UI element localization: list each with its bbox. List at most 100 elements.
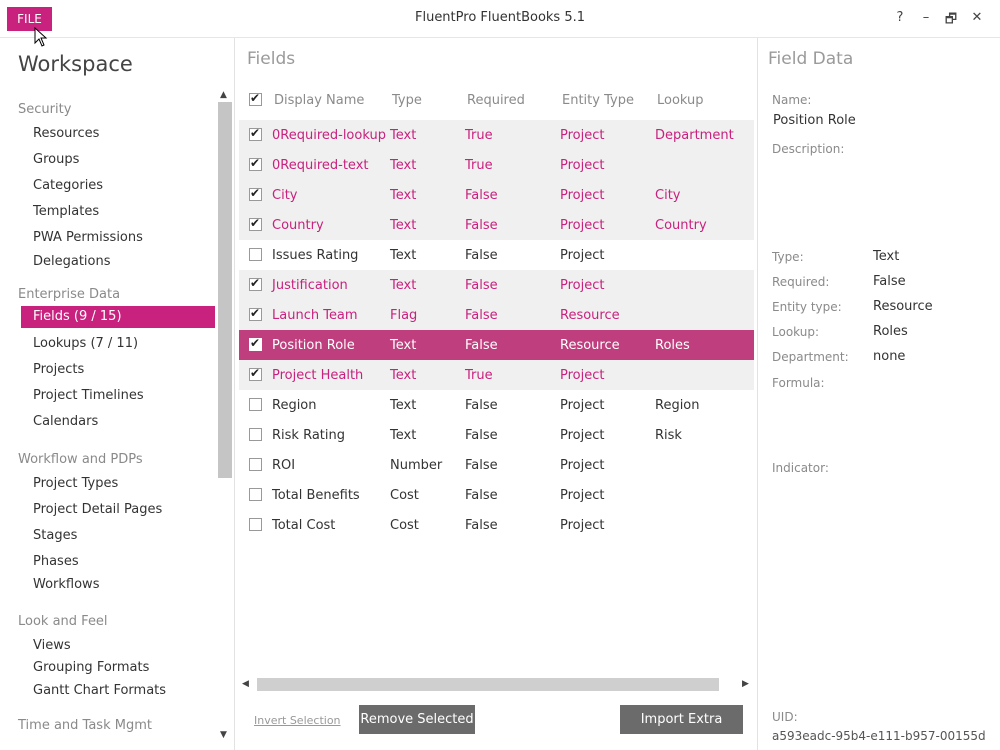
sidebar-item-resources[interactable]: Resources (33, 126, 99, 141)
formula-label: Formula: (772, 376, 825, 390)
sidebar-item-views[interactable]: Views (33, 638, 71, 653)
scroll-up-icon[interactable]: ▲ (220, 90, 227, 100)
scroll-right-icon[interactable]: ▶ (742, 679, 749, 689)
sidebar-item-templates[interactable]: Templates (33, 204, 99, 219)
select-all-checkbox[interactable] (249, 91, 262, 106)
cell-type: Text (390, 248, 417, 263)
sidebar-scroll-thumb[interactable] (218, 102, 232, 478)
column-header-entity-type[interactable]: Entity Type (562, 93, 634, 108)
row-checkbox[interactable] (249, 336, 262, 351)
cell-name: 0Required-lookup (272, 128, 386, 143)
row-checkbox[interactable] (249, 428, 262, 441)
sidebar-item-project-timelines[interactable]: Project Timelines (33, 388, 144, 403)
section-security: Security (18, 102, 72, 117)
sidebar-item-lookups[interactable]: Lookups (7 / 11) (33, 336, 138, 351)
sidebar-item-grouping-formats[interactable]: Grouping Formats (33, 660, 149, 675)
description-label: Description: (772, 142, 845, 156)
cell-lookup: Region (655, 398, 700, 413)
sidebar-item-stages[interactable]: Stages (33, 528, 77, 543)
sidebar-item-fields[interactable]: Fields (9 / 15) (21, 306, 215, 328)
sidebar-item-project-detail-pages[interactable]: Project Detail Pages (33, 502, 162, 517)
cell-required: True (465, 158, 493, 173)
import-extra-button[interactable]: Import Extra (620, 705, 743, 734)
close-button[interactable]: ✕ (969, 10, 985, 25)
scroll-down-icon[interactable]: ▼ (220, 730, 227, 740)
field-data-panel: Field Data Name: Position Role Descripti… (757, 38, 1000, 750)
uid-value: a593eadc-95b4-e111-b957-00155d (772, 729, 986, 743)
row-checkbox[interactable] (249, 488, 262, 501)
table-row[interactable]: 0Required-lookup Text True Project Departmen… (239, 120, 754, 150)
name-value: Position Role (773, 113, 856, 128)
table-row[interactable]: Risk Rating Text False Project Risk (239, 420, 754, 450)
sidebar-item-workflows[interactable]: Workflows (33, 577, 99, 592)
sidebar-item-projects[interactable]: Projects (33, 362, 84, 377)
cell-required: True (465, 368, 493, 383)
sidebar-item-phases[interactable]: Phases (33, 554, 79, 569)
table-row[interactable]: Launch Team Flag False Resource (239, 300, 754, 330)
cell-required: False (465, 488, 498, 503)
invert-selection-link[interactable]: Invert Selection (254, 714, 341, 727)
column-header-required[interactable]: Required (467, 93, 525, 108)
field-data-title: Field Data (768, 49, 854, 69)
row-checkbox[interactable] (249, 276, 262, 291)
row-checkbox[interactable] (249, 518, 262, 531)
table-row[interactable]: Region Text False Project Region (239, 390, 754, 420)
row-checkbox[interactable] (249, 458, 262, 471)
row-checkbox[interactable] (249, 126, 262, 141)
fields-title: Fields (247, 49, 296, 69)
column-header-type[interactable]: Type (392, 93, 422, 108)
table-row[interactable]: Project Health Text True Project (239, 360, 754, 390)
fields-horizontal-scrollbar[interactable]: ◀ ▶ (239, 676, 755, 694)
window-title: FluentPro FluentBooks 5.1 (414, 10, 585, 25)
fields-scroll-thumb[interactable] (257, 678, 719, 691)
sidebar-item-categories[interactable]: Categories (33, 178, 103, 193)
cell-name: Project Health (272, 368, 364, 383)
row-checkbox[interactable] (249, 216, 262, 231)
row-checkbox[interactable] (249, 248, 262, 261)
lookup-label: Lookup: (772, 325, 820, 339)
row-checkbox[interactable] (249, 366, 262, 381)
restore-button[interactable]: 🗗 (943, 10, 959, 32)
cell-required: False (465, 248, 498, 263)
row-checkbox[interactable] (249, 186, 262, 201)
table-row[interactable]: ROI Number False Project (239, 450, 754, 480)
row-checkbox[interactable] (249, 156, 262, 171)
cell-name: Risk Rating (272, 428, 345, 443)
uid-label: UID: (772, 710, 798, 724)
cell-type: Text (390, 158, 417, 173)
table-row[interactable]: Total Benefits Cost False Project (239, 480, 754, 510)
row-checkbox[interactable] (249, 398, 262, 411)
help-button[interactable]: ? (892, 10, 908, 25)
cell-required: False (465, 518, 498, 533)
column-header-display-name[interactable]: Display Name (274, 93, 364, 108)
sidebar-item-calendars[interactable]: Calendars (33, 414, 98, 429)
table-row[interactable]: Country Text False Project Country (239, 210, 754, 240)
cell-name: Region (272, 398, 317, 413)
column-header-lookup[interactable]: Lookup (657, 93, 704, 108)
sidebar-item-project-types[interactable]: Project Types (33, 476, 118, 491)
table-row[interactable]: Justification Text False Project (239, 270, 754, 300)
table-row[interactable]: City Text False Project City (239, 180, 754, 210)
scroll-left-icon[interactable]: ◀ (242, 679, 249, 689)
table-row[interactable]: Position Role Text False Resource Roles (239, 330, 754, 360)
sidebar-item-pwa-permissions[interactable]: PWA Permissions (33, 230, 143, 245)
minimize-button[interactable]: – (918, 10, 934, 25)
cell-required: True (465, 128, 493, 143)
entity-type-label: Entity type: (772, 300, 842, 314)
table-row[interactable]: Total Cost Cost False Project (239, 510, 754, 540)
cell-lookup: Country (655, 218, 707, 233)
table-row[interactable]: 0Required-text Text True Project (239, 150, 754, 180)
cell-required: False (465, 278, 498, 293)
cell-lookup: Risk (655, 428, 682, 443)
cell-name: City (272, 188, 298, 203)
cell-entity: Project (560, 488, 605, 503)
table-row[interactable]: Issues Rating Text False Project (239, 240, 754, 270)
row-checkbox[interactable] (249, 306, 262, 321)
sidebar-item-delegations[interactable]: Delegations (33, 254, 111, 269)
section-enterprise-data: Enterprise Data (18, 287, 121, 302)
cell-type: Text (390, 128, 417, 143)
remove-selected-button[interactable]: Remove Selected (359, 705, 475, 734)
cell-entity: Project (560, 398, 605, 413)
sidebar-item-gantt-chart-formats[interactable]: Gantt Chart Formats (33, 683, 166, 698)
sidebar-item-groups[interactable]: Groups (33, 152, 79, 167)
